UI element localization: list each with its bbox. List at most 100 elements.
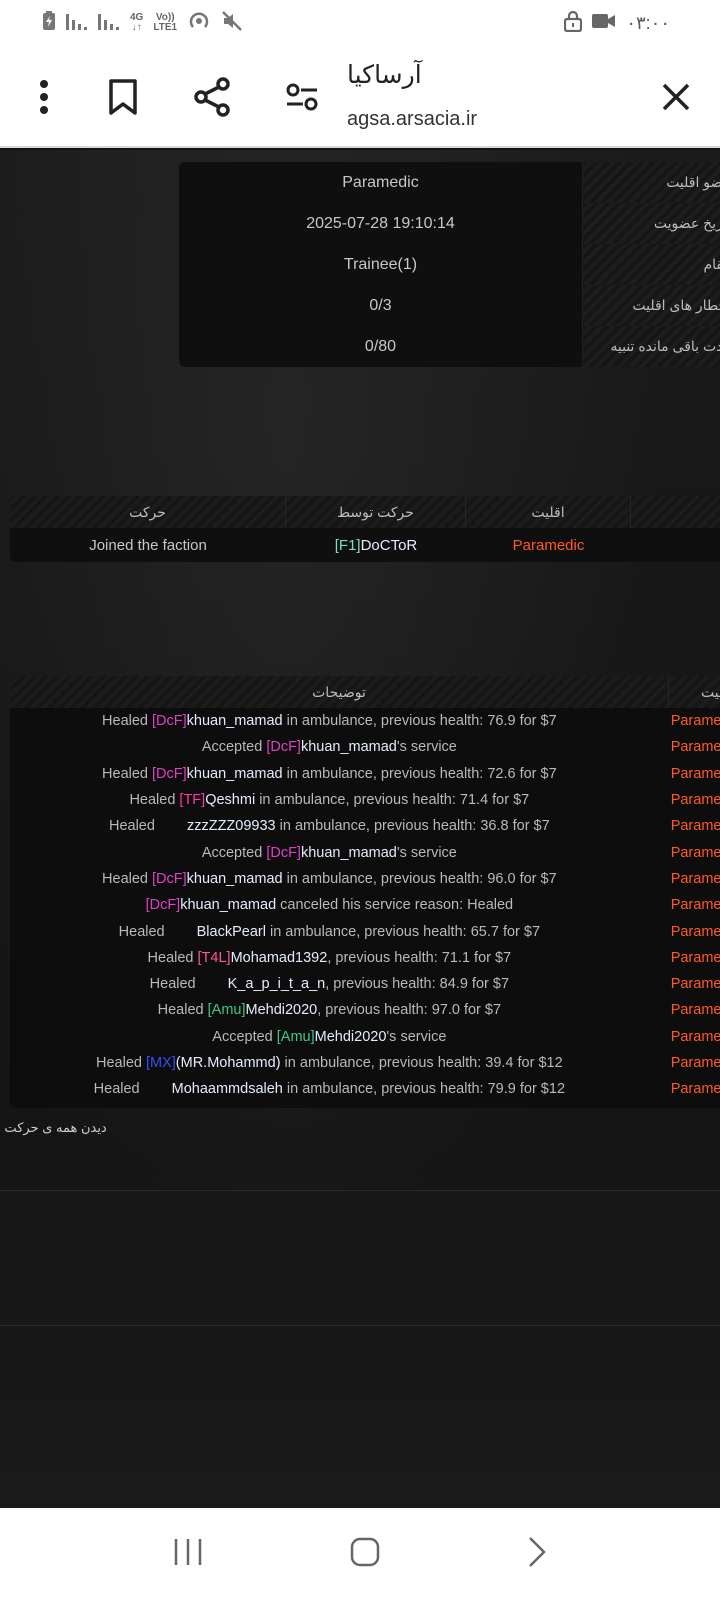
footer-band bbox=[0, 1191, 720, 1325]
log-faction: Paramedic bbox=[670, 713, 720, 730]
log-description: [DcF] khuan_mamad canceled his service re… bbox=[10, 892, 649, 918]
log-faction: Paramedic bbox=[670, 949, 720, 966]
player-name[interactable]: khuan_mamad bbox=[180, 897, 276, 913]
log-description: Healed [DcF] khuan_mamad in ambulance, pr… bbox=[10, 866, 649, 892]
player-name[interactable]: Mehdi2020 bbox=[315, 1029, 387, 1045]
log-faction: Paramedic bbox=[670, 739, 720, 756]
more-options-button[interactable] bbox=[19, 72, 69, 122]
player-name[interactable]: Mohamad1392 bbox=[231, 950, 328, 966]
info-value: 0/80 bbox=[364, 337, 397, 355]
recent-apps-icon bbox=[175, 1538, 202, 1565]
log-text: in ambulance, previous health: 36.8 for … bbox=[275, 818, 550, 835]
player-name[interactable]: khuan_mamad bbox=[187, 713, 283, 729]
clock-time: ۰۳:۰۰ bbox=[626, 12, 670, 33]
log-row: Healed BlackPearl in ambulance, previous… bbox=[10, 918, 720, 944]
back-button[interactable] bbox=[526, 1535, 548, 1574]
volte-indicator: Vo)) LTE1 bbox=[153, 13, 177, 33]
divider bbox=[0, 1325, 720, 1326]
log-text: , previous health: 97.0 for $7 bbox=[317, 1002, 502, 1019]
lte-label: LTE1 bbox=[153, 22, 178, 33]
log-faction: Paramedic bbox=[670, 818, 720, 835]
player-name[interactable]: DoCToR bbox=[361, 537, 418, 554]
view-all-actions-link[interactable]: دیدن همه ی حرکت ها bbox=[0, 1120, 107, 1136]
player-name[interactable]: khuan_mamad bbox=[301, 845, 397, 861]
log-text: Accepted bbox=[212, 1028, 277, 1045]
clan-tag: [Amu] bbox=[207, 1002, 246, 1019]
clan-tag: [DcF] bbox=[152, 765, 187, 782]
log-text: in ambulance, previous health: 71.4 for … bbox=[255, 792, 530, 809]
log-row: Healed [DcF] khuan_mamad in ambulance, pr… bbox=[10, 866, 720, 892]
player-name[interactable]: Mohaammdsaleh bbox=[172, 1081, 283, 1097]
info-label: عضو اقلیت bbox=[582, 162, 720, 203]
clan-tag: [Amu] bbox=[276, 1028, 315, 1045]
status-bar: 4G ↓↑ Vo)) LTE1 ۰۳:۰۰ bbox=[0, 0, 720, 46]
member-info-table: Paramedic عضو اقلیت 2025-07-28 19:10:14 … bbox=[179, 162, 720, 367]
log-text: Healed bbox=[149, 976, 200, 993]
log-text: Healed bbox=[102, 713, 153, 730]
page-url[interactable]: agsa.arsacia.ir bbox=[347, 108, 477, 131]
player-name[interactable]: khuan_mamad bbox=[187, 766, 283, 782]
log-text: , previous health: 84.9 for $7 bbox=[325, 976, 510, 993]
info-label: اخطار های اقلیت bbox=[582, 285, 720, 326]
network-type: 4G ↓↑ bbox=[130, 12, 144, 33]
signal-icon-2 bbox=[98, 12, 120, 35]
chevron-right-icon bbox=[528, 1536, 546, 1567]
share-button[interactable] bbox=[187, 72, 237, 122]
clan-tag: [DcF] bbox=[152, 713, 187, 730]
log-faction: Paramedic bbox=[670, 923, 720, 940]
log-description: Healed [DcF] khuan_mamad in ambulance, pr… bbox=[10, 708, 649, 734]
log-description: Accepted [Amu] Mehdi2020's service bbox=[10, 1024, 649, 1050]
clan-tag: [DcF] bbox=[145, 897, 181, 914]
log-text: in ambulance, previous health: 72.6 for … bbox=[282, 765, 557, 782]
player-name[interactable]: Mehdi2020 bbox=[246, 1002, 318, 1018]
info-row-rank: Trainee(1) مقام bbox=[179, 244, 720, 285]
player-name[interactable]: (MR.Mohammd) bbox=[176, 1055, 281, 1071]
log-faction: Paramedic bbox=[670, 844, 720, 861]
player-name[interactable]: K_a_p_i_t_a_n bbox=[228, 976, 326, 992]
log-text: in ambulance, previous health: 39.4 for … bbox=[280, 1055, 563, 1071]
player-name[interactable]: BlackPearl bbox=[197, 924, 266, 940]
log-row: Accepted [Amu]Mehdi2020's service Paramed… bbox=[10, 1024, 720, 1050]
log-text: canceled his service reason: Healed bbox=[276, 897, 514, 914]
info-value: 0/3 bbox=[369, 296, 392, 314]
log-row: Healed [DcF] khuan_mamad in ambulance, pr… bbox=[10, 708, 720, 734]
close-button[interactable] bbox=[651, 72, 701, 122]
clan-tag: [MX] bbox=[145, 1055, 176, 1071]
log-text: Healed bbox=[118, 923, 169, 940]
table-header-row: حرکت حرکت توسط اقلیت bbox=[10, 496, 720, 528]
tune-icon bbox=[286, 83, 318, 111]
log-faction: Paramedic bbox=[670, 765, 720, 782]
log-text: in ambulance, previous health: 96.0 for … bbox=[282, 870, 557, 887]
clan-tag: [DcF] bbox=[152, 870, 187, 887]
cell-extra bbox=[631, 528, 720, 562]
home-button[interactable] bbox=[349, 1536, 381, 1573]
home-icon bbox=[350, 1537, 380, 1566]
log-text: Healed bbox=[157, 1002, 208, 1019]
info-label: تاریخ عضویت bbox=[582, 203, 720, 244]
log-row: [DcF] khuan_mamad canceled his service re… bbox=[10, 892, 720, 918]
log-description: Healed [TF] Qeshmi in ambulance, previous… bbox=[10, 787, 649, 813]
player-name[interactable]: khuan_mamad bbox=[187, 871, 283, 887]
info-value: Trainee(1) bbox=[343, 255, 418, 273]
header-description: توضیحات bbox=[10, 676, 669, 708]
status-icons-right: ۰۳:۰۰ bbox=[564, 10, 670, 37]
log-faction: Paramedic bbox=[670, 976, 720, 993]
log-faction: Paramedic bbox=[670, 1081, 720, 1098]
site-settings-button[interactable] bbox=[277, 72, 327, 122]
log-description: Healed [DcF] khuan_mamad in ambulance, pr… bbox=[10, 761, 649, 787]
log-text: , previous health: 71.1 for $7 bbox=[327, 949, 512, 966]
signal-icon bbox=[66, 12, 88, 35]
log-row: Accepted [DcF] khuan_mamad's service Param… bbox=[10, 734, 720, 760]
player-name[interactable]: Qeshmi bbox=[205, 792, 255, 808]
clan-tag: [TF] bbox=[179, 792, 206, 809]
close-icon bbox=[662, 83, 690, 111]
player-name[interactable]: khuan_mamad bbox=[301, 739, 397, 755]
recent-apps-button[interactable] bbox=[172, 1537, 204, 1572]
mute-icon bbox=[221, 10, 243, 37]
log-text: 's service bbox=[396, 739, 457, 756]
log-row: Healed Mohaammdsaleh in ambulance, previ… bbox=[10, 1076, 720, 1102]
table-row: Joined the faction [F1] DoCToR Paramedic bbox=[10, 528, 720, 562]
info-value: 2025-07-28 19:10:14 bbox=[306, 214, 455, 232]
bookmark-button[interactable] bbox=[98, 72, 148, 122]
player-name[interactable]: zzzZZZ09933 bbox=[187, 818, 276, 834]
